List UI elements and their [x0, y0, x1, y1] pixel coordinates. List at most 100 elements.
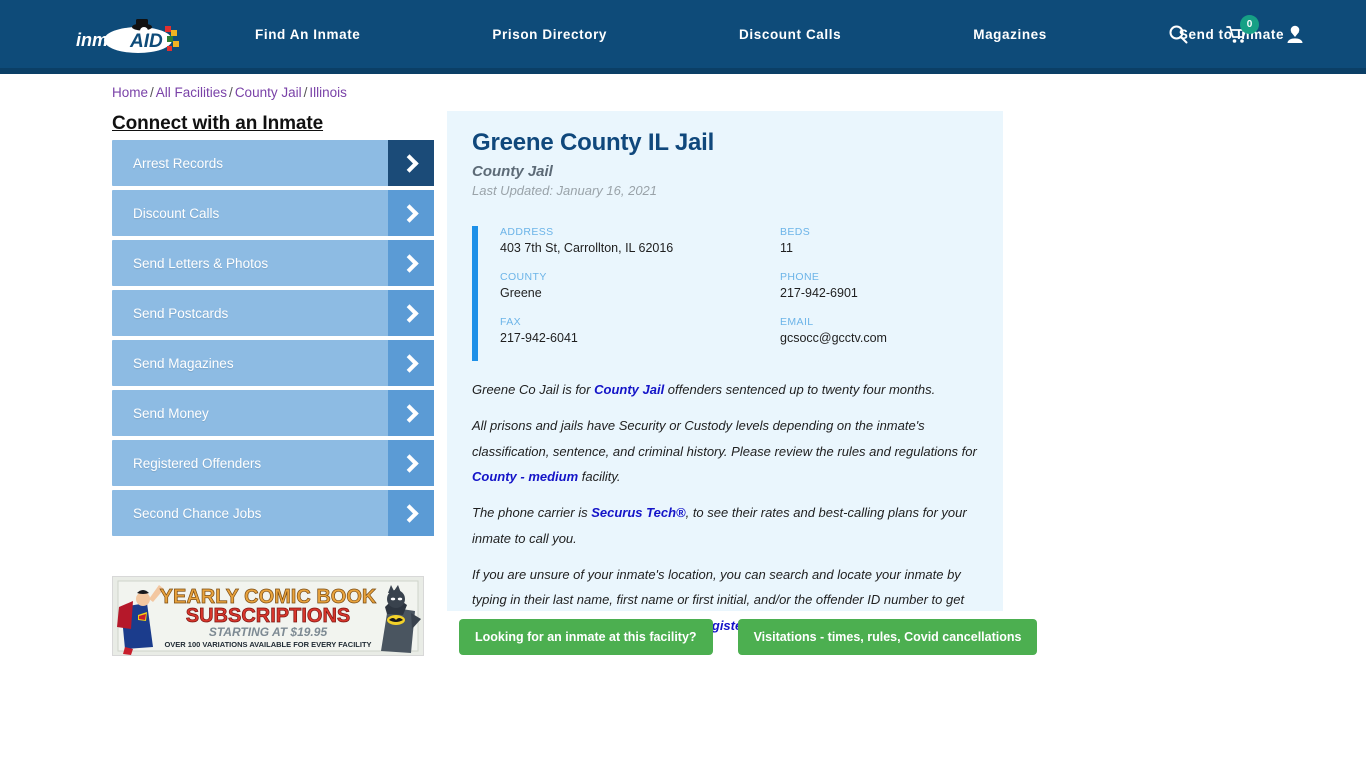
chevron-right-icon — [388, 290, 434, 336]
facility-description: Greene Co Jail is for County Jail offend… — [472, 377, 984, 638]
nav-item-magazines[interactable]: Magazines — [973, 27, 1047, 42]
info-label: COUNTY — [500, 271, 547, 283]
text-segment: Greene Co Jail is for — [472, 382, 595, 397]
info-field-fax: FAX 217-942-6041 — [500, 316, 780, 345]
chevron-right-glyph — [399, 353, 419, 373]
breadcrumb-item-all-facilities[interactable]: All Facilities — [156, 85, 227, 100]
nav-link-label[interactable]: Magazines — [973, 27, 1047, 42]
chevron-right-icon — [388, 190, 434, 236]
description-paragraph-2: All prisons and jails have Security or C… — [472, 413, 984, 489]
chevron-right-glyph — [399, 403, 419, 423]
info-label: BEDS — [780, 226, 811, 238]
ad-line-3: STARTING AT $19.95 — [209, 625, 328, 639]
text-segment: facility. — [578, 469, 621, 485]
nav-link-label[interactable]: Discount Calls — [739, 27, 841, 42]
chevron-right-glyph — [399, 503, 419, 523]
header-icon-group: 0 — [1168, 0, 1304, 68]
description-paragraph-3: The phone carrier is Securus Tech®, to s… — [472, 500, 984, 551]
chevron-right-icon — [388, 240, 434, 286]
info-value: 403 7th St, Carrollton, IL 62016 — [500, 241, 674, 255]
inmateaid-logo-icon: inmate AID — [76, 19, 179, 53]
chevron-right-glyph — [399, 303, 419, 323]
sidebar-item-registered-offenders[interactable]: Registered Offenders — [112, 440, 434, 486]
nav-link-label[interactable]: Prison Directory — [492, 27, 607, 42]
description-paragraph-1: Greene Co Jail is for County Jail offend… — [472, 377, 984, 402]
comic-book-subscription-ad[interactable]: YEARLY COMIC BOOK SUBSCRIPTIONS STARTING… — [112, 576, 424, 656]
nav-link-label[interactable]: Find An Inmate — [255, 27, 360, 42]
sidebar-item-label: Send Letters & Photos — [133, 255, 269, 271]
text-segment: All prisons and jails have Security or C… — [472, 418, 977, 459]
facility-type: County Jail — [472, 163, 553, 180]
sidebar-item-second-chance-jobs[interactable]: Second Chance Jobs — [112, 490, 434, 536]
search-icon-svg — [1169, 25, 1188, 44]
user-account-icon-svg — [1287, 25, 1303, 43]
text-segment: The phone carrier is — [472, 505, 592, 521]
info-label: PHONE — [780, 271, 820, 283]
header-bottom-strip — [0, 68, 1366, 74]
chevron-right-icon — [388, 340, 434, 386]
ad-banner-artwork: YEARLY COMIC BOOK SUBSCRIPTIONS STARTING… — [113, 577, 423, 655]
chevron-right-glyph — [399, 453, 419, 473]
info-label: EMAIL — [780, 316, 814, 328]
info-label: ADDRESS — [500, 226, 554, 238]
info-value: Greene — [500, 286, 542, 300]
sidebar-item-label: Send Magazines — [133, 355, 234, 371]
facility-detail-card: Greene County IL Jail County Jail Last U… — [447, 111, 1003, 633]
shopping-cart-icon[interactable]: 0 — [1226, 15, 1259, 44]
sidebar-item-send-postcards[interactable]: Send Postcards — [112, 290, 434, 336]
site-logo[interactable]: inmate AID — [72, 16, 192, 60]
chevron-right-icon — [388, 490, 434, 536]
nav-item-prison-directory[interactable]: Prison Directory — [492, 27, 607, 42]
info-value: 217-942-6041 — [500, 331, 578, 345]
sidebar-menu: Arrest Records Discount Calls Send Lette… — [112, 140, 434, 540]
find-inmate-button[interactable]: Looking for an inmate at this facility? — [459, 619, 713, 655]
search-icon[interactable] — [1168, 24, 1188, 44]
breadcrumb-item-illinois[interactable]: Illinois — [309, 85, 347, 100]
facility-card-header: Greene County IL Jail County Jail Last U… — [447, 111, 1003, 198]
text-segment: offenders sentenced up to twenty four mo… — [664, 382, 936, 397]
sidebar-item-label: Second Chance Jobs — [133, 505, 262, 521]
ad-line-4: OVER 100 VARIATIONS AVAILABLE FOR EVERY … — [164, 640, 371, 649]
breadcrumb-separator: / — [229, 85, 233, 100]
sidebar-item-send-letters-photos[interactable]: Send Letters & Photos — [112, 240, 434, 286]
sidebar-item-discount-calls[interactable]: Discount Calls — [112, 190, 434, 236]
facility-info-grid: ADDRESS 403 7th St, Carrollton, IL 62016… — [500, 226, 992, 345]
facility-info-block: ADDRESS 403 7th St, Carrollton, IL 62016… — [472, 226, 992, 361]
link-securus-tech[interactable]: Securus Tech® — [591, 505, 685, 520]
info-field-email: EMAIL gcsocc@gcctv.com — [780, 316, 992, 345]
sidebar-item-send-magazines[interactable]: Send Magazines — [112, 340, 434, 386]
link-county-medium[interactable]: County - medium — [472, 469, 578, 484]
link-county-jail[interactable]: County Jail — [594, 382, 664, 397]
last-updated-text: Last Updated: January 16, 2021 — [472, 183, 658, 198]
sidebar-heading: Connect with an Inmate — [112, 113, 324, 134]
sidebar-item-label: Discount Calls — [133, 205, 220, 221]
chevron-right-glyph — [399, 153, 419, 173]
chevron-right-icon — [388, 440, 434, 486]
svg-text:inmate: inmate — [76, 30, 134, 50]
nav-item-find-an-inmate[interactable]: Find An Inmate — [255, 27, 360, 42]
sidebar-item-label: Registered Offenders — [133, 455, 262, 471]
chevron-right-icon — [388, 390, 434, 436]
info-field-phone: PHONE 217-942-6901 — [780, 271, 992, 300]
visitations-button[interactable]: Visitations - times, rules, Covid cancel… — [737, 619, 1038, 655]
nav-item-discount-calls[interactable]: Discount Calls — [739, 27, 841, 42]
facility-action-buttons: Looking for an inmate at this facility? … — [459, 619, 1038, 655]
sidebar-item-label: Send Postcards — [133, 305, 229, 321]
chevron-right-glyph — [399, 203, 419, 223]
sidebar-item-send-money[interactable]: Send Money — [112, 390, 434, 436]
sidebar-item-label: Send Money — [133, 405, 209, 421]
chevron-right-glyph — [399, 253, 419, 273]
info-accent-bar — [472, 226, 478, 361]
sidebar-item-label: Arrest Records — [133, 155, 224, 171]
breadcrumb-item-county-jail[interactable]: County Jail — [235, 85, 302, 100]
chevron-right-icon — [388, 140, 434, 186]
info-field-county: COUNTY Greene — [500, 271, 780, 300]
user-account-icon[interactable] — [1286, 24, 1304, 44]
info-value: 217-942-6901 — [780, 286, 858, 300]
breadcrumb-separator: / — [150, 85, 154, 100]
info-value: 11 — [780, 241, 793, 255]
breadcrumb-item-home[interactable]: Home — [112, 85, 148, 100]
ad-line-2: SUBSCRIPTIONS — [186, 605, 350, 627]
breadcrumb: Home / All Facilities / County Jail / Illinois — [112, 85, 347, 100]
sidebar-item-arrest-records[interactable]: Arrest Records — [112, 140, 434, 186]
